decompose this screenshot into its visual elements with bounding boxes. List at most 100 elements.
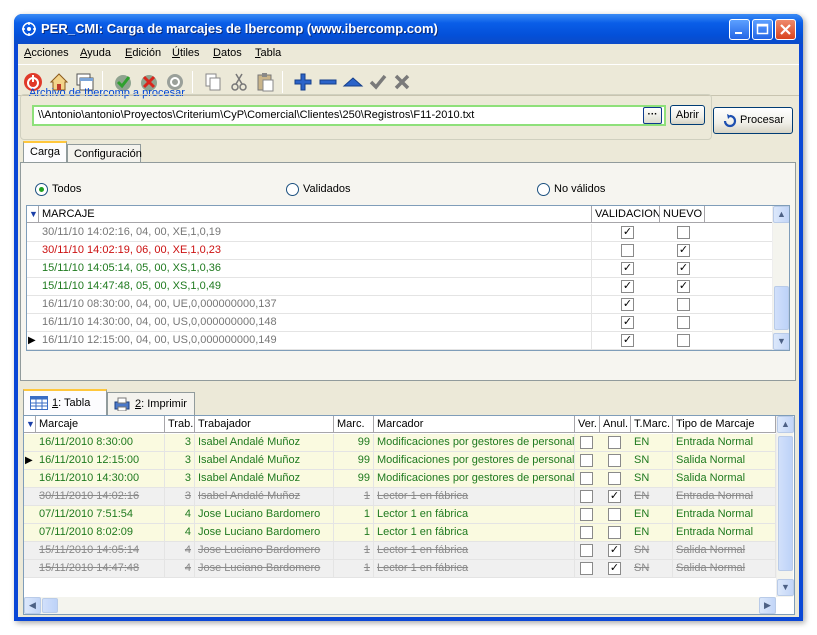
table-row[interactable]: 07/11/2010 7:51:54 4 Jose Luciano Bardomer…	[24, 506, 776, 524]
anul-checkbox[interactable]	[608, 526, 621, 539]
validacion-checkbox[interactable]: ✓	[621, 226, 634, 239]
maximize-button[interactable]	[752, 19, 773, 40]
browse-button[interactable]: ···	[643, 107, 662, 124]
raw-grid-scrollbar[interactable]: ▲ ▼	[772, 206, 789, 350]
cut-icon[interactable]	[228, 71, 250, 93]
col-trab[interactable]: Trab.	[165, 416, 195, 433]
nuevo-checkbox[interactable]: ✓	[677, 262, 690, 275]
validacion-checkbox[interactable]: ✓	[621, 280, 634, 293]
menu-edicion[interactable]: Edición	[125, 47, 161, 59]
anul-checkbox[interactable]	[608, 436, 621, 449]
open-button[interactable]: Abrir	[670, 105, 705, 125]
col-tmarc[interactable]: T.Marc.	[631, 416, 673, 433]
tab-tabla[interactable]: 1: Tabla	[23, 389, 107, 415]
process-button[interactable]: Procesar	[713, 107, 793, 134]
anul-checkbox[interactable]	[608, 454, 621, 467]
validacion-checkbox[interactable]	[621, 244, 634, 257]
raw-grid-row[interactable]: ▶ 16/11/10 12:15:00, 04, 00, US,0,0000000…	[27, 332, 772, 350]
anul-checkbox[interactable]	[608, 508, 621, 521]
ver-checkbox[interactable]	[580, 490, 593, 503]
menu-ayuda[interactable]: Ayuda	[80, 47, 111, 59]
col-marcaje[interactable]: Marcaje	[36, 416, 165, 433]
cancel-icon[interactable]	[391, 71, 413, 93]
raw-grid-row[interactable]: 15/11/10 14:47:48, 05, 00, XS,1,0,49 ✓ ✓	[27, 278, 772, 296]
scroll-left-icon[interactable]: ◀	[24, 597, 41, 614]
up-icon[interactable]	[342, 71, 364, 93]
table-row[interactable]: ▶ 16/11/2010 12:15:00 3 Isabel Andalé Muñoz…	[24, 452, 776, 470]
radio-validados[interactable]	[286, 183, 299, 196]
ver-checkbox[interactable]	[580, 436, 593, 449]
validacion-checkbox[interactable]: ✓	[621, 298, 634, 311]
validacion-checkbox[interactable]: ✓	[621, 334, 634, 347]
ver-checkbox[interactable]	[580, 544, 593, 557]
copy-icon[interactable]	[202, 71, 224, 93]
header-validacion[interactable]: VALIDACION	[592, 206, 660, 223]
scroll-right-icon[interactable]: ▶	[759, 597, 776, 614]
table-vscrollbar[interactable]: ▲ ▼	[776, 416, 794, 597]
scroll-thumb[interactable]	[42, 598, 58, 613]
col-marcador[interactable]: Marcador	[374, 416, 575, 433]
raw-grid-row[interactable]: 30/11/10 14:02:19, 06, 00, XE,1,0,23 ✓	[27, 242, 772, 260]
anul-checkbox[interactable]: ✓	[608, 490, 621, 503]
ver-checkbox[interactable]	[580, 472, 593, 485]
confirm-icon[interactable]	[367, 71, 389, 93]
col-trabajador[interactable]: Trabajador	[195, 416, 334, 433]
col-marc[interactable]: Marc.	[334, 416, 374, 433]
anul-checkbox[interactable]: ✓	[608, 544, 621, 557]
tab-configuracion[interactable]: Configuración	[67, 144, 142, 164]
nuevo-checkbox[interactable]	[677, 316, 690, 329]
nuevo-checkbox[interactable]	[677, 226, 690, 239]
table-hscrollbar[interactable]: ◀ ▶	[24, 597, 776, 614]
col-tipo-marcaje[interactable]: Tipo de Marcaje	[673, 416, 776, 433]
raw-grid-row[interactable]: 16/11/10 14:30:00, 04, 00, US,0,00000000…	[27, 314, 772, 332]
tab-imprimir[interactable]: 2: Imprimir	[107, 392, 195, 416]
anul-checkbox[interactable]: ✓	[608, 562, 621, 575]
table-row[interactable]: 07/11/2010 8:02:09 4 Jose Luciano Bardomer…	[24, 524, 776, 542]
add-icon[interactable]	[292, 71, 314, 93]
col-anul[interactable]: Anul.	[600, 416, 631, 433]
menu-datos[interactable]: Datos	[213, 47, 242, 59]
header-marcaje[interactable]: MARCAJE	[39, 206, 592, 223]
nuevo-checkbox[interactable]: ✓	[677, 280, 690, 293]
menu-utiles[interactable]: Útiles	[172, 47, 200, 59]
remove-icon[interactable]	[317, 71, 339, 93]
scroll-thumb[interactable]	[778, 436, 793, 571]
table-row[interactable]: 16/11/2010 14:30:00 3 Isabel Andalé Muñoz 9…	[24, 470, 776, 488]
header-nuevo[interactable]: NUEVO	[660, 206, 705, 223]
nuevo-checkbox[interactable]: ✓	[677, 244, 690, 257]
minimize-button[interactable]	[729, 19, 750, 40]
scroll-down-icon[interactable]: ▼	[773, 333, 789, 350]
ver-checkbox[interactable]	[580, 454, 593, 467]
tab-carga[interactable]: Carga	[23, 141, 67, 163]
nuevo-checkbox[interactable]	[677, 334, 690, 347]
table-row[interactable]: 30/11/2010 14:02:16 3 Isabel Andalé Muñoz 1…	[24, 488, 776, 506]
close-icon	[780, 24, 791, 35]
menu-acciones[interactable]: Acciones	[24, 47, 69, 59]
scroll-thumb[interactable]	[774, 286, 789, 330]
scroll-up-icon[interactable]: ▲	[773, 206, 789, 223]
nuevo-checkbox[interactable]	[677, 298, 690, 311]
menu-tabla[interactable]: Tabla	[255, 47, 281, 59]
file-path-input[interactable]: \\Antonio\antonio\Proyectos\Criterium\Cy…	[32, 105, 666, 126]
ver-checkbox[interactable]	[580, 562, 593, 575]
ver-checkbox[interactable]	[580, 508, 593, 521]
scroll-down-icon[interactable]: ▼	[777, 579, 794, 596]
cell-marcaje: 16/11/2010 8:30:00	[36, 434, 165, 452]
raw-grid-row[interactable]: 15/11/10 14:05:14, 05, 00, XS,1,0,36 ✓ ✓	[27, 260, 772, 278]
raw-grid-row[interactable]: 30/11/10 14:02:16, 04, 00, XE,1,0,19 ✓	[27, 224, 772, 242]
title-bar[interactable]: PER_CMI: Carga de marcajes de Ibercomp (…	[14, 14, 803, 44]
table-row[interactable]: 16/11/2010 8:30:00 3 Isabel Andalé Muñoz 99…	[24, 434, 776, 452]
radio-todos[interactable]	[35, 183, 48, 196]
ver-checkbox[interactable]	[580, 526, 593, 539]
radio-no-validos[interactable]	[537, 183, 550, 196]
validacion-checkbox[interactable]: ✓	[621, 262, 634, 275]
table-row[interactable]: 15/11/2010 14:47:48 4 Jose Luciano Bardome…	[24, 560, 776, 578]
table-row[interactable]: 15/11/2010 14:05:14 4 Jose Luciano Bardome…	[24, 542, 776, 560]
raw-grid-row[interactable]: 16/11/10 08:30:00, 04, 00, UE,0,00000000…	[27, 296, 772, 314]
validacion-checkbox[interactable]: ✓	[621, 316, 634, 329]
col-ver[interactable]: Ver.	[575, 416, 600, 433]
scroll-up-icon[interactable]: ▲	[777, 416, 794, 433]
anul-checkbox[interactable]	[608, 472, 621, 485]
close-window-button[interactable]	[775, 19, 796, 40]
paste-icon[interactable]	[254, 71, 276, 93]
